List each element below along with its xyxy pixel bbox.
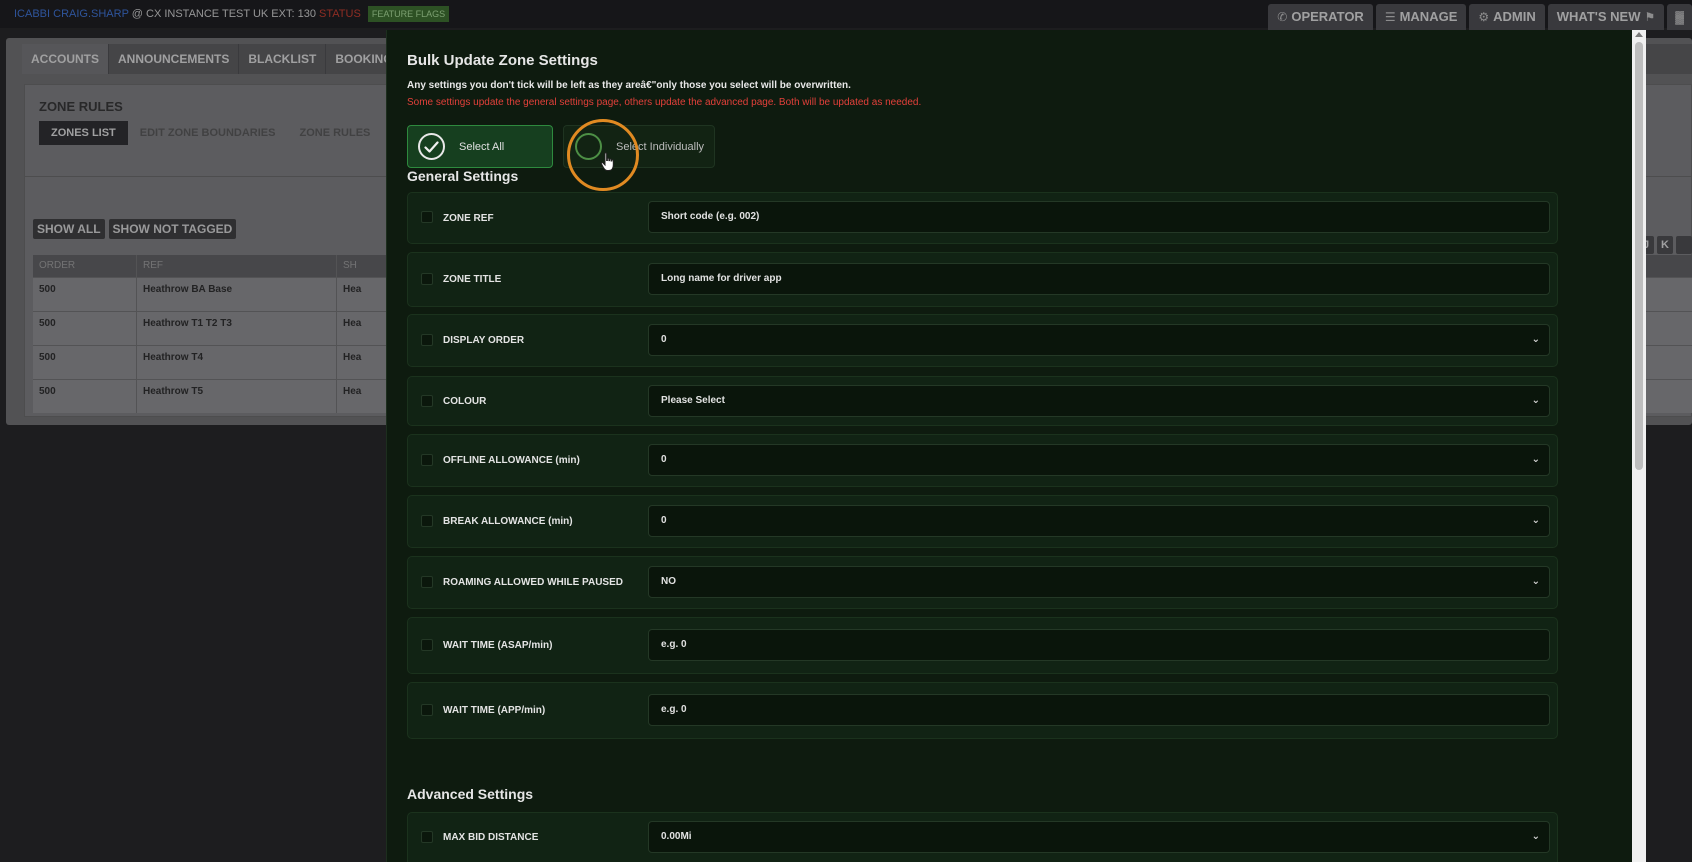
field-row-wait-time-asap: WAIT TIME (ASAP/min) e.g. 0 bbox=[407, 617, 1558, 674]
roaming-allowed-label: ROAMING ALLOWED WHILE PAUSED bbox=[443, 577, 623, 588]
chevron-down-icon: ⌄ bbox=[1531, 576, 1540, 587]
wait-time-asap-label: WAIT TIME (ASAP/min) bbox=[443, 640, 553, 651]
select-all-label: Select All bbox=[459, 140, 505, 153]
zone-ref-label: ZONE REF bbox=[443, 213, 494, 224]
zone-title-label: ZONE TITLE bbox=[443, 274, 502, 285]
wait-time-app-checkbox[interactable] bbox=[421, 704, 433, 716]
bulk-update-modal: Bulk Update Zone Settings Any settings y… bbox=[386, 30, 1646, 862]
break-allowance-value: 0 bbox=[661, 515, 667, 526]
offline-allowance-checkbox[interactable] bbox=[421, 454, 433, 466]
field-row-display-order: DISPLAY ORDER 0 ⌄ bbox=[407, 314, 1558, 367]
advanced-settings-heading: Advanced Settings bbox=[407, 786, 534, 802]
chevron-down-icon: ⌄ bbox=[1531, 334, 1540, 345]
field-row-zone-ref: ZONE REF Short code (e.g. 002) bbox=[407, 192, 1558, 244]
scrollbar-thumb[interactable] bbox=[1635, 42, 1643, 470]
roaming-allowed-value: NO bbox=[661, 576, 676, 587]
max-bid-distance-label: MAX BID DISTANCE bbox=[443, 832, 539, 843]
modal-title: Bulk Update Zone Settings bbox=[407, 52, 598, 69]
field-row-max-bid-distance: MAX BID DISTANCE 0.00Mi ⌄ bbox=[407, 812, 1558, 862]
offline-allowance-select[interactable]: 0 ⌄ bbox=[648, 444, 1550, 476]
field-row-offline-allowance: OFFLINE ALLOWANCE (min) 0 ⌄ bbox=[407, 434, 1558, 487]
zone-title-checkbox[interactable] bbox=[421, 273, 433, 285]
chevron-down-icon: ⌄ bbox=[1531, 831, 1540, 842]
max-bid-distance-value: 0.00Mi bbox=[661, 831, 692, 842]
select-all-button[interactable]: Select All bbox=[407, 125, 553, 168]
chevron-down-icon: ⌄ bbox=[1531, 454, 1540, 465]
modal-note: Any settings you don't tick will be left… bbox=[407, 80, 851, 91]
chevron-down-icon: ⌄ bbox=[1531, 515, 1540, 526]
zone-ref-input[interactable]: Short code (e.g. 002) bbox=[648, 201, 1550, 233]
scroll-up-arrow-icon[interactable] bbox=[1635, 32, 1643, 37]
chevron-down-icon: ⌄ bbox=[1531, 395, 1540, 406]
check-circle-icon bbox=[418, 133, 445, 160]
wait-time-asap-input[interactable]: e.g. 0 bbox=[648, 629, 1550, 661]
field-row-colour: COLOUR Please Select ⌄ bbox=[407, 376, 1558, 426]
colour-checkbox[interactable] bbox=[421, 395, 433, 407]
colour-value: Please Select bbox=[661, 395, 725, 406]
wait-time-app-input[interactable]: e.g. 0 bbox=[648, 694, 1550, 726]
modal-scrollbar[interactable] bbox=[1632, 30, 1646, 862]
display-order-value: 0 bbox=[661, 334, 667, 345]
break-allowance-select[interactable]: 0 ⌄ bbox=[648, 505, 1550, 537]
field-row-zone-title: ZONE TITLE Long name for driver app bbox=[407, 252, 1558, 307]
field-row-roaming-allowed: ROAMING ALLOWED WHILE PAUSED NO ⌄ bbox=[407, 556, 1558, 609]
display-order-checkbox[interactable] bbox=[421, 334, 433, 346]
wait-time-app-label: WAIT TIME (APP/min) bbox=[443, 705, 546, 716]
modal-warning: Some settings update the general setting… bbox=[407, 97, 922, 108]
offline-allowance-value: 0 bbox=[661, 454, 667, 465]
break-allowance-label: BREAK ALLOWANCE (min) bbox=[443, 516, 573, 527]
roaming-allowed-checkbox[interactable] bbox=[421, 576, 433, 588]
colour-label: COLOUR bbox=[443, 396, 487, 407]
offline-allowance-label: OFFLINE ALLOWANCE (min) bbox=[443, 455, 580, 466]
max-bid-distance-select[interactable]: 0.00Mi ⌄ bbox=[648, 821, 1550, 853]
roaming-allowed-select[interactable]: NO ⌄ bbox=[648, 566, 1550, 598]
zone-title-input[interactable]: Long name for driver app bbox=[648, 263, 1550, 295]
max-bid-distance-checkbox[interactable] bbox=[421, 831, 433, 843]
break-allowance-checkbox[interactable] bbox=[421, 515, 433, 527]
hand-cursor-icon bbox=[600, 152, 616, 177]
zone-ref-checkbox[interactable] bbox=[421, 211, 433, 223]
wait-time-asap-checkbox[interactable] bbox=[421, 639, 433, 651]
field-row-break-allowance: BREAK ALLOWANCE (min) 0 ⌄ bbox=[407, 495, 1558, 548]
display-order-label: DISPLAY ORDER bbox=[443, 335, 525, 346]
field-row-wait-time-app: WAIT TIME (APP/min) e.g. 0 bbox=[407, 682, 1558, 739]
display-order-select[interactable]: 0 ⌄ bbox=[648, 324, 1550, 356]
general-settings-heading: General Settings bbox=[407, 168, 519, 184]
colour-select[interactable]: Please Select ⌄ bbox=[648, 385, 1550, 417]
